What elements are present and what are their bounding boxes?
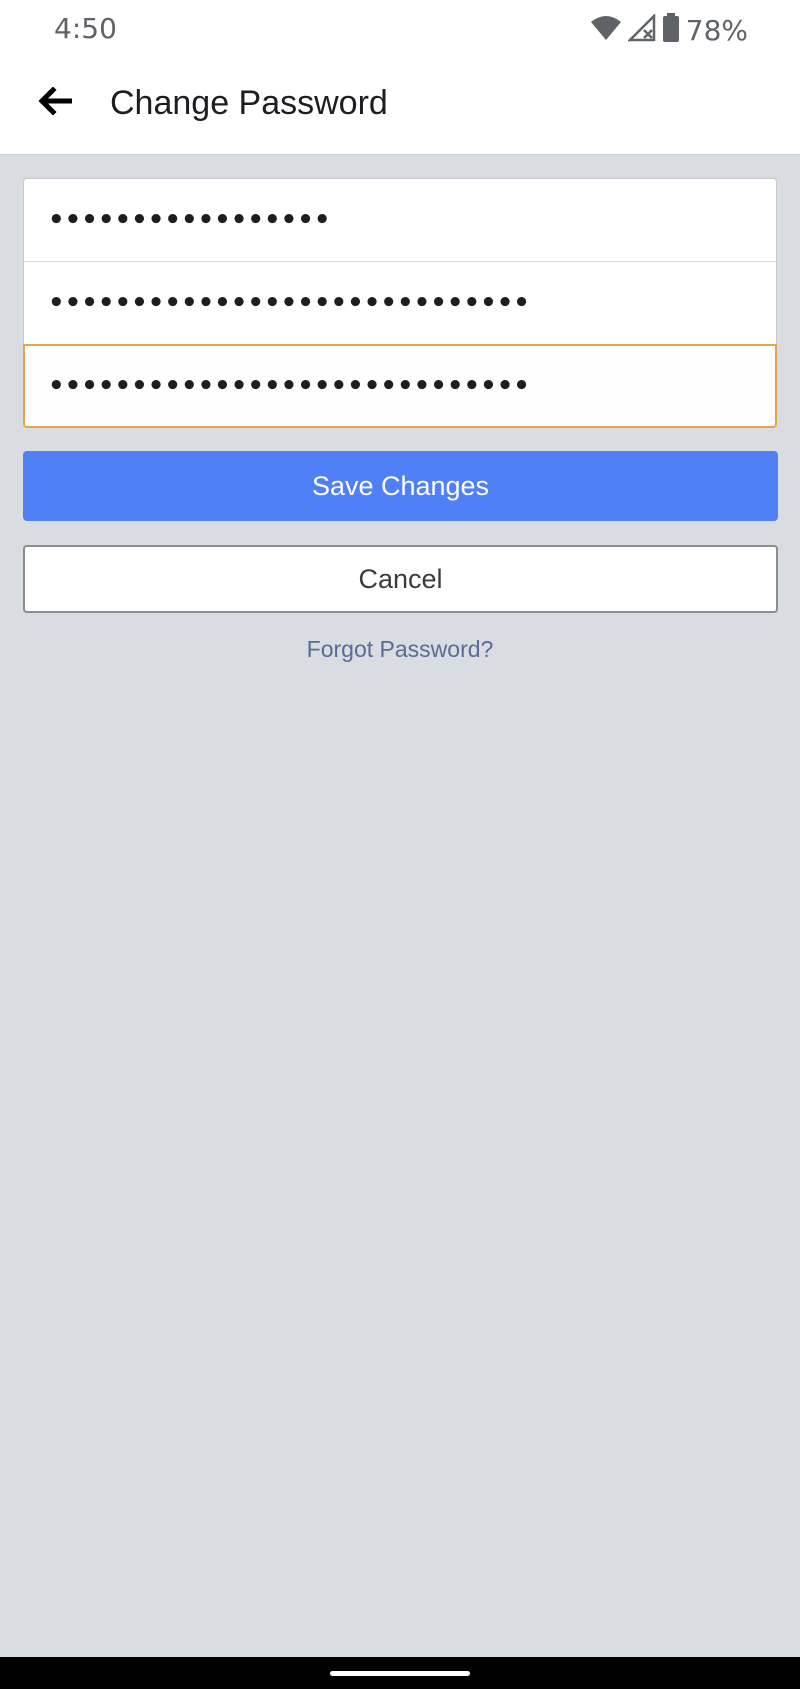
battery-icon [662,12,680,48]
arrow-left-icon [38,85,73,120]
password-form: ••••••••••••••••• ••••••••••••••••••••••… [23,178,777,428]
current-password-value: ••••••••••••••••• [48,205,331,235]
app-bar: Change Password [0,62,800,155]
cellular-no-signal-icon [626,12,656,47]
back-button[interactable] [30,78,80,128]
status-icons: 78% [590,12,748,48]
status-bar: 4:50 78% [0,0,800,62]
new-password-field[interactable]: ••••••••••••••••••••••••••••• [24,262,776,345]
home-indicator[interactable] [330,1671,470,1676]
page-title: Change Password [110,84,388,122]
battery-percent: 78% [685,13,748,47]
cancel-button[interactable]: Cancel [23,545,778,613]
current-password-field[interactable]: ••••••••••••••••• [24,179,776,262]
new-password-value: ••••••••••••••••••••••••••••• [48,288,530,318]
status-time: 4:50 [54,12,117,45]
system-nav-bar [0,1657,800,1689]
wifi-icon [590,14,622,47]
save-changes-button[interactable]: Save Changes [23,451,778,521]
confirm-password-field[interactable]: ••••••••••••••••••••••••••••• [23,344,777,428]
forgot-password-link[interactable]: Forgot Password? [0,636,800,663]
confirm-password-value: ••••••••••••••••••••••••••••• [48,371,530,401]
